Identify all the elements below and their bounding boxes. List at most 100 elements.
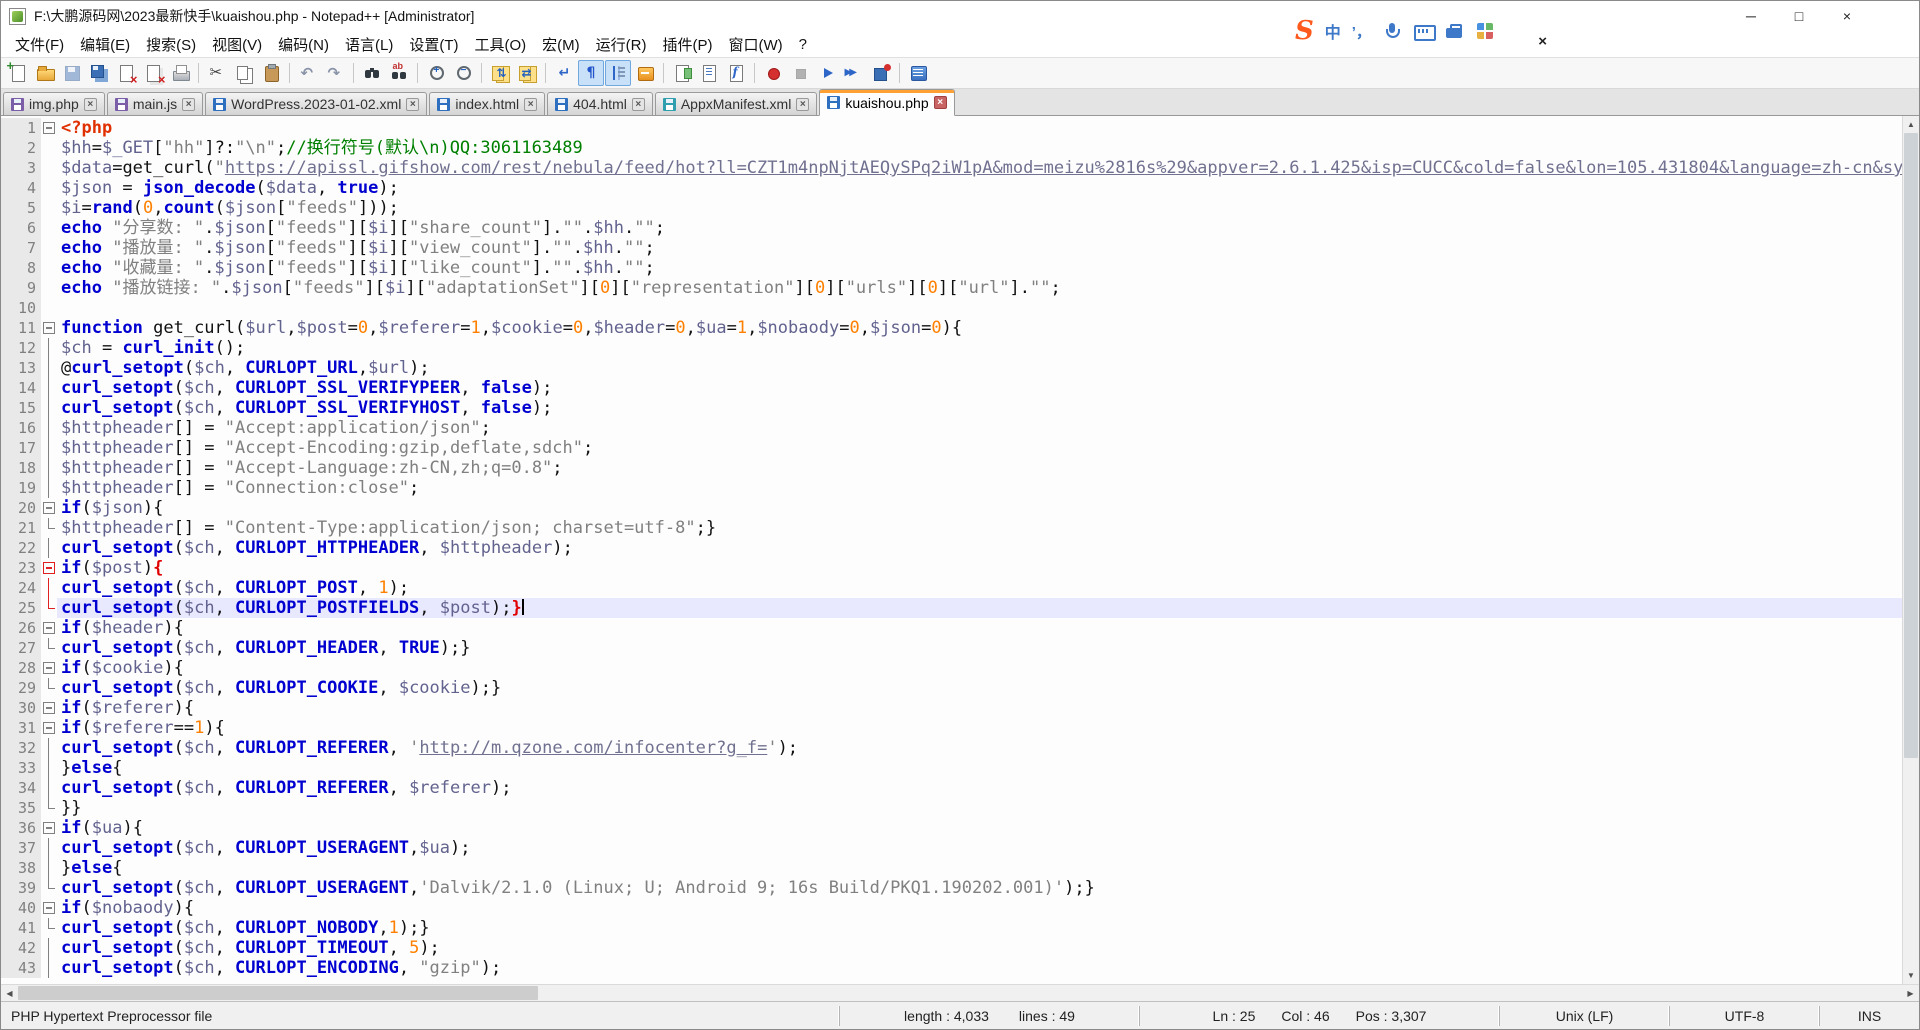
code-line[interactable]: curl_setopt($ch, CURLOPT_ENCODING, "gzip…	[57, 958, 1902, 978]
fold-marker[interactable]	[41, 498, 57, 518]
show-indent-guide-button[interactable]	[605, 60, 631, 86]
ime-toolbox-icon[interactable]	[1444, 21, 1464, 41]
tab-close-icon[interactable]: ×	[524, 98, 537, 111]
code-line[interactable]: }}	[57, 798, 1902, 818]
menu-item-encoding[interactable]: 编码(N)	[270, 32, 337, 57]
code-line[interactable]: $httpheader[] = "Accept-Encoding:gzip,de…	[57, 438, 1902, 458]
document-map-button[interactable]	[669, 60, 695, 86]
scroll-up-icon[interactable]: ▲	[1903, 116, 1919, 133]
open-file-button[interactable]	[32, 60, 58, 86]
code-line[interactable]: if($referer==1){	[57, 718, 1902, 738]
zoom-out-button[interactable]	[450, 60, 476, 86]
sync-horizontal-scroll-button[interactable]	[514, 60, 540, 86]
code-line[interactable]: $httpheader[] = "Connection:close";	[57, 478, 1902, 498]
vertical-scrollbar-thumb[interactable]	[1904, 133, 1918, 758]
paste-button[interactable]	[258, 60, 284, 86]
code-line[interactable]: }else{	[57, 858, 1902, 878]
menu-item-window[interactable]: 窗口(W)	[720, 32, 790, 57]
scroll-left-icon[interactable]: ◀	[1, 985, 18, 1001]
close-file-button[interactable]	[113, 60, 139, 86]
code-line[interactable]: $json = json_decode($data, true);	[57, 178, 1902, 198]
fold-marker[interactable]	[41, 558, 57, 578]
code-line[interactable]: curl_setopt($ch, CURLOPT_REFERER, $refer…	[57, 778, 1902, 798]
code-line[interactable]: $httpheader[] = "Accept-Language:zh-CN,z…	[57, 458, 1902, 478]
tab-close-icon[interactable]: ×	[406, 98, 419, 111]
sync-vertical-scroll-button[interactable]	[487, 60, 513, 86]
save-file-button[interactable]	[59, 60, 85, 86]
editor[interactable]: 1<?php2$hh=$_GET["hh"]?:"\n";//换行符号(默认\n…	[1, 116, 1919, 984]
code-line[interactable]: @curl_setopt($ch, CURLOPT_URL,$url);	[57, 358, 1902, 378]
code-line[interactable]: echo "收藏量: ".$json["feeds"][$i]["like_co…	[57, 258, 1902, 278]
code-line[interactable]: if($header){	[57, 618, 1902, 638]
ime-chinese-mode-icon[interactable]: 中	[1325, 19, 1341, 43]
vertical-scrollbar[interactable]: ▲ ▼	[1902, 116, 1919, 984]
code-line[interactable]	[57, 298, 1902, 318]
code-line[interactable]: curl_setopt($ch, CURLOPT_SSL_VERIFYPEER,…	[57, 378, 1902, 398]
code-line[interactable]: echo "播放量: ".$json["feeds"][$i]["view_co…	[57, 238, 1902, 258]
function-list-button[interactable]	[723, 60, 749, 86]
menu-item-macro[interactable]: 宏(M)	[534, 32, 588, 57]
code-line[interactable]: $httpheader[] = "Accept:application/json…	[57, 418, 1902, 438]
redo-button[interactable]	[322, 60, 348, 86]
horizontal-scrollbar-thumb[interactable]	[18, 986, 538, 1000]
code-line[interactable]: curl_setopt($ch, CURLOPT_SSL_VERIFYHOST,…	[57, 398, 1902, 418]
print-button[interactable]	[167, 60, 193, 86]
code-line[interactable]: $hh=$_GET["hh"]?:"\n";//换行符号(默认\n)QQ:306…	[57, 138, 1902, 158]
status-eol-format[interactable]: Unix (LF)	[1499, 1006, 1669, 1026]
code-line[interactable]: curl_setopt($ch, CURLOPT_HEADER, TRUE);}	[57, 638, 1902, 658]
ime-keyboard-icon[interactable]	[1413, 21, 1433, 41]
code-line[interactable]: curl_setopt($ch, CURLOPT_POST, 1);	[57, 578, 1902, 598]
code-line[interactable]: echo "播放链接: ".$json["feeds"][$i]["adapta…	[57, 278, 1902, 298]
user-defined-dialog-button[interactable]	[632, 60, 658, 86]
zoom-in-button[interactable]	[423, 60, 449, 86]
menu-item-edit[interactable]: 编辑(E)	[72, 32, 138, 57]
fold-marker[interactable]	[41, 618, 57, 638]
stop-macro-button[interactable]	[787, 60, 813, 86]
tab-kuaishou.php[interactable]: kuaishou.php×	[819, 89, 954, 116]
tab-main.js[interactable]: main.js×	[107, 92, 203, 115]
fold-marker[interactable]	[41, 658, 57, 678]
menu-item-view[interactable]: 视图(V)	[204, 32, 270, 57]
code-line[interactable]: curl_setopt($ch, CURLOPT_REFERER, 'http:…	[57, 738, 1902, 758]
code-line[interactable]: if($cookie){	[57, 658, 1902, 678]
code-line[interactable]: curl_setopt($ch, CURLOPT_COOKIE, $cookie…	[57, 678, 1902, 698]
ime-mic-icon[interactable]	[1382, 21, 1402, 41]
menu-item-tools[interactable]: 工具(O)	[466, 32, 534, 57]
maximize-button[interactable]: □	[1775, 1, 1823, 31]
undo-button[interactable]	[295, 60, 321, 86]
tab-close-icon[interactable]: ×	[796, 98, 809, 111]
code-line[interactable]: }else{	[57, 758, 1902, 778]
copy-button[interactable]	[231, 60, 257, 86]
document-list-button[interactable]	[696, 60, 722, 86]
run-macro-multiple-times-button[interactable]	[841, 60, 867, 86]
show-all-characters-button[interactable]	[578, 60, 604, 86]
code-line[interactable]: if($referer){	[57, 698, 1902, 718]
fold-marker[interactable]	[41, 118, 57, 138]
cut-button[interactable]	[204, 60, 230, 86]
play-macro-button[interactable]	[814, 60, 840, 86]
code-line[interactable]: echo "分享数: ".$json["feeds"][$i]["share_c…	[57, 218, 1902, 238]
tab-close-icon[interactable]: ×	[632, 98, 645, 111]
code-line[interactable]: if($ua){	[57, 818, 1902, 838]
tab-404.html[interactable]: 404.html×	[547, 92, 653, 115]
code-line[interactable]: <?php	[57, 118, 1902, 138]
menu-item-settings[interactable]: 设置(T)	[401, 32, 466, 57]
scroll-down-icon[interactable]: ▼	[1903, 967, 1919, 984]
menu-item-run[interactable]: 运行(R)	[588, 32, 655, 57]
status-encoding[interactable]: UTF-8	[1669, 1006, 1819, 1026]
new-file-button[interactable]	[5, 60, 31, 86]
code-line[interactable]: if($json){	[57, 498, 1902, 518]
find-button[interactable]	[359, 60, 385, 86]
menu-item-language[interactable]: 语言(L)	[337, 32, 401, 57]
close-button[interactable]: ×	[1823, 1, 1871, 31]
code-line[interactable]: curl_setopt($ch, CURLOPT_USERAGENT,'Dalv…	[57, 878, 1902, 898]
code-line[interactable]: if($post){	[57, 558, 1902, 578]
scroll-right-icon[interactable]: ▶	[1902, 985, 1919, 1001]
code-line[interactable]: curl_setopt($ch, CURLOPT_USERAGENT,$ua);	[57, 838, 1902, 858]
tab-WordPress.2023-01-02.xml[interactable]: WordPress.2023-01-02.xml×	[205, 92, 427, 115]
menu-item-search[interactable]: 搜索(S)	[138, 32, 204, 57]
tab-close-icon[interactable]: ×	[934, 96, 947, 109]
menu-item-help[interactable]: ?	[791, 34, 815, 55]
code-line[interactable]: curl_setopt($ch, CURLOPT_POSTFIELDS, $po…	[57, 598, 1902, 618]
folder-as-workspace-button[interactable]	[905, 60, 931, 86]
